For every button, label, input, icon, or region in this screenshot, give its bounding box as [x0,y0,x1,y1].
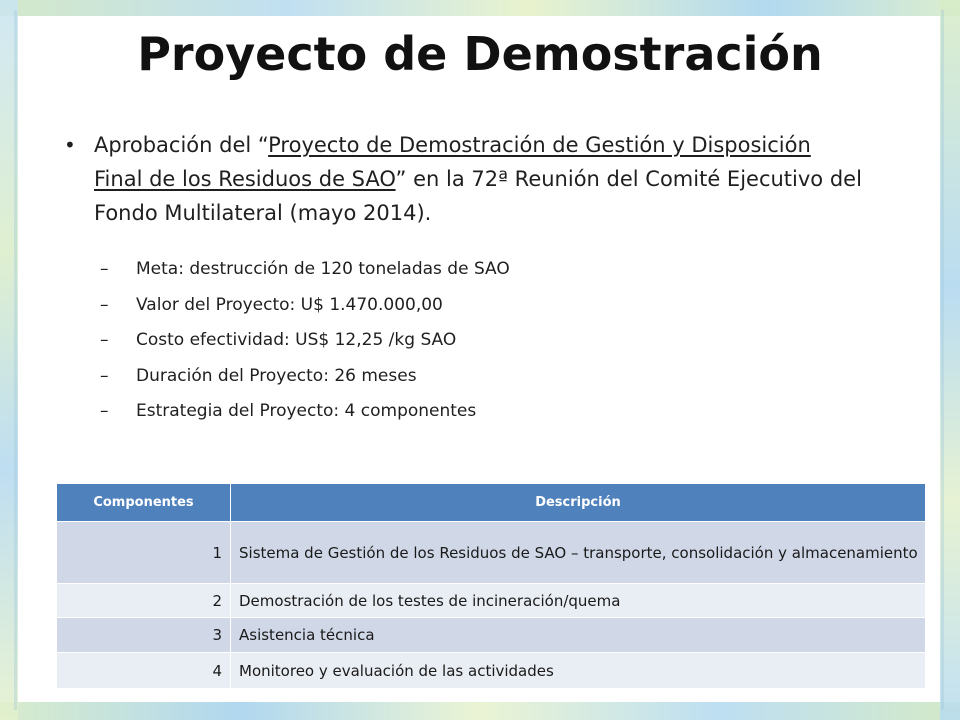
sub-bullet: – Meta: destrucción de 120 toneladas de … [100,252,800,288]
components-table: Componentes Descripción 1 Sistema de Ges… [56,483,926,689]
decorative-line-left [14,10,17,710]
sub-bullet: – Costo efectividad: US$ 12,25 /kg SAO [100,323,800,359]
decorative-border-top [0,0,960,16]
component-number: 1 [56,521,231,584]
sub-bullet: – Valor del Proyecto: U$ 1.470.000,00 [100,288,800,324]
dash-icon: – [100,365,109,386]
decorative-border-bottom [0,702,960,720]
component-number: 2 [56,583,231,618]
dash-icon: – [100,330,109,350]
header-descripcion: Descripción [230,483,926,522]
component-number: 4 [56,652,231,689]
decorative-border-right [940,0,960,720]
dash-icon: – [100,294,109,315]
decorative-line-right [941,10,944,710]
sub-bullet-text: Meta: destrucción de 120 toneladas de SA… [136,259,510,279]
sub-bullet-text: Estrategia del Proyecto: 4 componentes [136,401,477,421]
table-row: 2 Demostración de los testes de incinera… [56,583,926,618]
decorative-border-left [0,0,18,720]
sub-bullet-list: – Meta: destrucción de 120 toneladas de … [100,252,800,430]
table-row: 1 Sistema de Gestión de los Residuos de … [56,521,926,584]
sub-bullet: – Estrategia del Proyecto: 4 componentes [100,394,800,430]
component-number: 3 [56,617,231,653]
component-description: Asistencia técnica [230,617,926,653]
component-description: Sistema de Gestión de los Residuos de SA… [230,521,926,584]
component-description: Monitoreo y evaluación de las actividade… [230,652,926,689]
bullet-dot-icon: • [64,133,76,157]
dash-icon: – [100,259,109,279]
table-row: 3 Asistencia técnica [56,617,926,653]
sub-bullet-text: Duración del Proyecto: 26 meses [136,365,417,386]
table-row: 4 Monitoreo y evaluación de las activida… [56,652,926,689]
dash-icon: – [100,401,109,421]
sub-bullet: – Duración del Proyecto: 26 meses [100,359,800,395]
slide: Proyecto de Demostración • Aprobación de… [0,0,960,720]
sub-bullet-text: Costo efectividad: US$ 12,25 /kg SAO [136,330,457,350]
sub-bullet-text: Valor del Proyecto: U$ 1.470.000,00 [136,294,443,315]
table-header-row: Componentes Descripción [56,483,926,522]
main-bullet-prefix: Aprobación del “ [94,133,269,157]
main-bullet-text: Aprobación del “Proyecto de Demostración… [94,128,864,230]
main-bullet: • Aprobación del “Proyecto de Demostraci… [64,128,864,230]
component-description: Demostración de los testes de incineraci… [230,583,926,618]
header-componentes: Componentes [56,483,231,522]
slide-title: Proyecto de Demostración [137,27,823,81]
